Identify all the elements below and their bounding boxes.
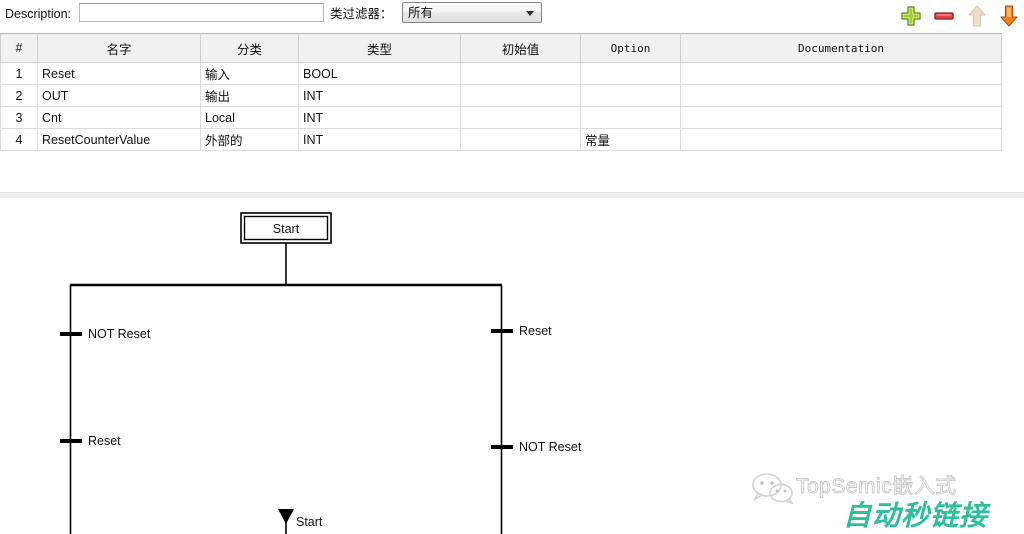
- arrow-up-icon: [968, 5, 986, 27]
- cell-option[interactable]: [580, 106, 681, 129]
- cell-index: 1: [0, 62, 38, 85]
- sfc-transition-not-reset-top-label: NOT Reset: [88, 327, 151, 341]
- cell-index: 4: [0, 128, 38, 151]
- sfc-jump-arrow-icon: [278, 509, 294, 524]
- cell-type[interactable]: BOOL: [298, 62, 461, 85]
- cell-name[interactable]: ResetCounterValue: [37, 128, 201, 151]
- column-header-index[interactable]: #: [0, 33, 38, 63]
- sfc-transition-not-reset-bottom-right-label: NOT Reset: [519, 440, 582, 454]
- variable-table[interactable]: # 名字 分类 类型 初始值 Option Documentation 1 Re…: [0, 33, 1002, 151]
- cell-initial[interactable]: [460, 84, 581, 107]
- cell-option[interactable]: [580, 84, 681, 107]
- cell-scope[interactable]: 输出: [200, 84, 299, 107]
- add-variable-button[interactable]: [898, 3, 924, 29]
- cell-option[interactable]: 常量: [580, 128, 681, 151]
- delete-variable-button[interactable]: [931, 3, 957, 29]
- table-header-row: # 名字 分类 类型 初始值 Option Documentation: [0, 33, 1002, 63]
- plus-icon: [901, 6, 921, 26]
- sfc-transition-reset-bottom-left[interactable]: Reset: [60, 434, 121, 448]
- minus-icon: [934, 12, 954, 20]
- sfc-transition-not-reset-bottom-right[interactable]: NOT Reset: [491, 440, 582, 454]
- column-header-option[interactable]: Option: [580, 33, 681, 63]
- sfc-jump-label: Start: [296, 515, 323, 529]
- arrow-down-icon: [1000, 5, 1018, 27]
- cell-documentation[interactable]: [680, 128, 1002, 151]
- sfc-transition-not-reset-top[interactable]: NOT Reset: [60, 327, 151, 341]
- sfc-diagram: Start NOT Reset Count N Cnt := Cnt + 1; …: [60, 212, 582, 534]
- cell-name[interactable]: Reset: [37, 62, 201, 85]
- sfc-transition-reset-bottom-left-label: Reset: [88, 434, 121, 448]
- move-down-button[interactable]: [996, 3, 1022, 29]
- cell-initial[interactable]: [460, 128, 581, 151]
- cell-scope[interactable]: 外部的: [200, 128, 299, 151]
- cell-documentation[interactable]: [680, 84, 1002, 107]
- table-row[interactable]: 3 Cnt Local INT: [0, 106, 1002, 129]
- cell-option[interactable]: [580, 62, 681, 85]
- cell-type[interactable]: INT: [298, 128, 461, 151]
- column-header-name[interactable]: 名字: [37, 33, 201, 63]
- table-row[interactable]: 1 Reset 输入 BOOL: [0, 62, 1002, 85]
- column-header-type[interactable]: 类型: [298, 33, 461, 63]
- sfc-transition-reset-top-right[interactable]: Reset: [491, 324, 552, 338]
- table-row[interactable]: 4 ResetCounterValue 外部的 INT 常量: [0, 128, 1002, 151]
- table-row[interactable]: 2 OUT 输出 INT: [0, 84, 1002, 107]
- class-filter-value: 所有: [408, 6, 434, 20]
- cell-index: 3: [0, 106, 38, 129]
- column-header-scope[interactable]: 分类: [200, 33, 299, 63]
- cell-type[interactable]: INT: [298, 106, 461, 129]
- sfc-step-start[interactable]: Start: [240, 212, 332, 244]
- cell-index: 2: [0, 84, 38, 107]
- cell-name[interactable]: Cnt: [37, 106, 201, 129]
- toolbar: Description: 类过滤器： 所有: [0, 0, 1024, 31]
- sfc-step-start-label: Start: [273, 222, 300, 236]
- cell-initial[interactable]: [460, 62, 581, 85]
- cell-scope[interactable]: 输入: [200, 62, 299, 85]
- move-up-button[interactable]: [964, 3, 990, 29]
- sfc-transition-reset-top-right-label: Reset: [519, 324, 552, 338]
- cell-type[interactable]: INT: [298, 84, 461, 107]
- column-header-documentation[interactable]: Documentation: [680, 33, 1002, 63]
- cell-documentation[interactable]: [680, 62, 1002, 85]
- chevron-down-icon: [526, 11, 534, 16]
- cell-scope[interactable]: Local: [200, 106, 299, 129]
- description-label: Description:: [5, 7, 71, 21]
- class-filter-dropdown[interactable]: 所有: [402, 2, 542, 23]
- cell-name[interactable]: OUT: [37, 84, 201, 107]
- cell-documentation[interactable]: [680, 106, 1002, 129]
- class-filter-label: 类过滤器：: [330, 7, 393, 21]
- description-input[interactable]: [79, 3, 324, 22]
- column-header-initial[interactable]: 初始值: [460, 33, 581, 63]
- sfc-diagram-canvas[interactable]: Start NOT Reset Count N Cnt := Cnt + 1; …: [0, 198, 1024, 534]
- cell-initial[interactable]: [460, 106, 581, 129]
